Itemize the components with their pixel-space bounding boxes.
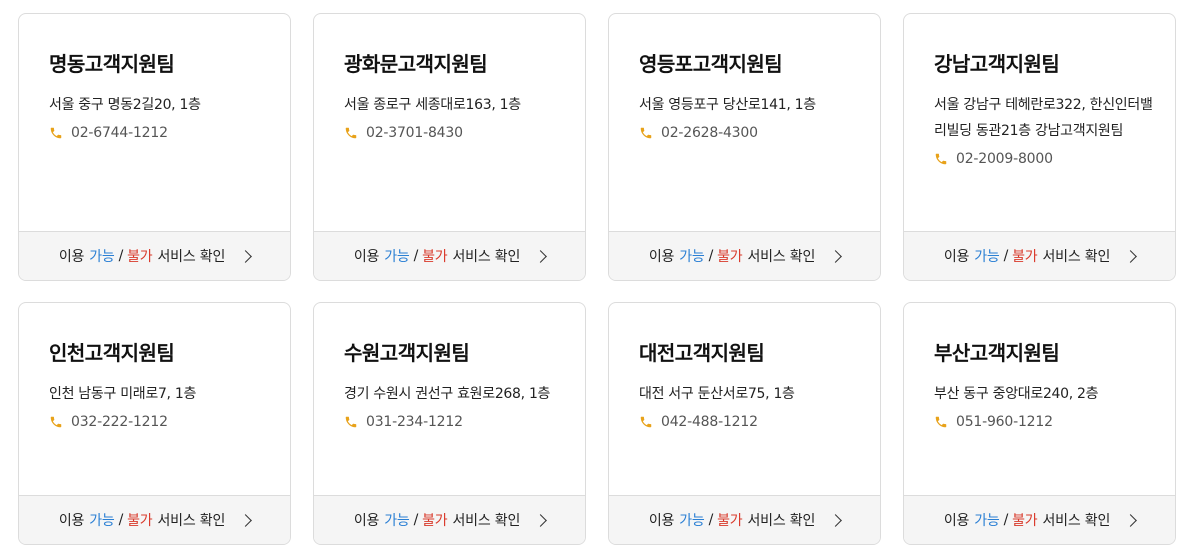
unavailable-label: 불가 — [422, 513, 448, 529]
available-label: 가능 — [384, 249, 410, 265]
phone-icon — [640, 416, 652, 428]
chevron-right-icon — [829, 249, 843, 263]
phone-icon — [345, 127, 357, 139]
service-check-button[interactable]: 이용 가능 / 불가 서비스 확인 — [904, 495, 1175, 544]
phone-icon — [935, 416, 947, 428]
unavailable-label: 불가 — [422, 249, 448, 265]
support-center-card: 명동고객지원팀 서울 중구 명동2길20, 1층 02-6744-1212 이용… — [18, 13, 291, 281]
card-title: 명동고객지원팀 — [49, 52, 175, 76]
phone-number: 02-3701-8430 — [366, 125, 463, 141]
available-label: 가능 — [679, 513, 705, 529]
card-phone[interactable]: 02-6744-1212 — [49, 120, 270, 146]
card-address: 부산 동구 중앙대로240, 2층 — [934, 386, 1099, 402]
phone-icon — [935, 153, 947, 165]
card-title: 부산고객지원팀 — [934, 341, 1060, 365]
phone-icon — [345, 416, 357, 428]
card-address: 서울 강남구 테헤란로322, 한신인터밸리빌딩 동관21층 강남고객지원팀 — [934, 97, 1153, 139]
available-label: 가능 — [974, 513, 1000, 529]
phone-number: 02-2009-8000 — [956, 151, 1053, 167]
phone-number: 051-960-1212 — [956, 414, 1053, 430]
phone-number: 042-488-1212 — [661, 414, 758, 430]
service-check-button[interactable]: 이용 가능 / 불가 서비스 확인 — [314, 495, 585, 544]
unavailable-label: 불가 — [1012, 513, 1038, 529]
chevron-right-icon — [239, 249, 253, 263]
service-check-button[interactable]: 이용 가능 / 불가 서비스 확인 — [609, 231, 880, 280]
phone-icon — [640, 127, 652, 139]
available-label: 가능 — [89, 513, 115, 529]
available-label: 가능 — [679, 249, 705, 265]
card-title: 대전고객지원팀 — [639, 341, 765, 365]
phone-icon — [50, 416, 62, 428]
card-phone[interactable]: 042-488-1212 — [639, 409, 860, 435]
card-address: 서울 영등포구 당산로141, 1층 — [639, 97, 816, 113]
card-title: 수원고객지원팀 — [344, 341, 470, 365]
card-phone[interactable]: 051-960-1212 — [934, 409, 1155, 435]
chevron-right-icon — [534, 513, 548, 527]
service-check-button[interactable]: 이용 가능 / 불가 서비스 확인 — [19, 231, 290, 280]
card-title: 광화문고객지원팀 — [344, 52, 488, 76]
phone-number: 02-6744-1212 — [71, 125, 168, 141]
support-center-card: 대전고객지원팀 대전 서구 둔산서로75, 1층 042-488-1212 이용… — [608, 302, 881, 545]
chevron-right-icon — [534, 249, 548, 263]
support-center-card: 부산고객지원팀 부산 동구 중앙대로240, 2층 051-960-1212 이… — [903, 302, 1176, 545]
available-label: 가능 — [384, 513, 410, 529]
chevron-right-icon — [1124, 249, 1138, 263]
card-title: 영등포고객지원팀 — [639, 52, 783, 76]
card-address: 대전 서구 둔산서로75, 1층 — [639, 386, 795, 402]
support-center-card: 영등포고객지원팀 서울 영등포구 당산로141, 1층 02-2628-4300… — [608, 13, 881, 281]
available-label: 가능 — [974, 249, 1000, 265]
unavailable-label: 불가 — [127, 249, 153, 265]
card-address: 경기 수원시 권선구 효원로268, 1층 — [344, 386, 551, 402]
available-label: 가능 — [89, 249, 115, 265]
chevron-right-icon — [239, 513, 253, 527]
card-title: 인천고객지원팀 — [49, 341, 175, 365]
card-address: 서울 중구 명동2길20, 1층 — [49, 97, 201, 113]
service-check-button[interactable]: 이용 가능 / 불가 서비스 확인 — [314, 231, 585, 280]
service-check-button[interactable]: 이용 가능 / 불가 서비스 확인 — [609, 495, 880, 544]
service-check-button[interactable]: 이용 가능 / 불가 서비스 확인 — [904, 231, 1175, 280]
card-address: 서울 종로구 세종대로163, 1층 — [344, 97, 521, 113]
phone-number: 02-2628-4300 — [661, 125, 758, 141]
card-phone[interactable]: 02-2009-8000 — [934, 146, 1155, 172]
phone-number: 031-234-1212 — [366, 414, 463, 430]
support-center-card: 광화문고객지원팀 서울 종로구 세종대로163, 1층 02-3701-8430… — [313, 13, 586, 281]
phone-icon — [50, 127, 62, 139]
phone-number: 032-222-1212 — [71, 414, 168, 430]
support-center-card: 수원고객지원팀 경기 수원시 권선구 효원로268, 1층 031-234-12… — [313, 302, 586, 545]
chevron-right-icon — [1124, 513, 1138, 527]
unavailable-label: 불가 — [127, 513, 153, 529]
card-address: 인천 남동구 미래로7, 1층 — [49, 386, 197, 402]
card-phone[interactable]: 02-3701-8430 — [344, 120, 565, 146]
card-phone[interactable]: 031-234-1212 — [344, 409, 565, 435]
unavailable-label: 불가 — [717, 249, 743, 265]
chevron-right-icon — [829, 513, 843, 527]
card-phone[interactable]: 02-2628-4300 — [639, 120, 860, 146]
service-check-button[interactable]: 이용 가능 / 불가 서비스 확인 — [19, 495, 290, 544]
support-center-card: 인천고객지원팀 인천 남동구 미래로7, 1층 032-222-1212 이용 … — [18, 302, 291, 545]
support-center-card: 강남고객지원팀 서울 강남구 테헤란로322, 한신인터밸리빌딩 동관21층 강… — [903, 13, 1176, 281]
card-phone[interactable]: 032-222-1212 — [49, 409, 270, 435]
card-title: 강남고객지원팀 — [934, 52, 1060, 76]
unavailable-label: 불가 — [717, 513, 743, 529]
support-center-grid: 명동고객지원팀 서울 중구 명동2길20, 1층 02-6744-1212 이용… — [0, 0, 1194, 553]
unavailable-label: 불가 — [1012, 249, 1038, 265]
